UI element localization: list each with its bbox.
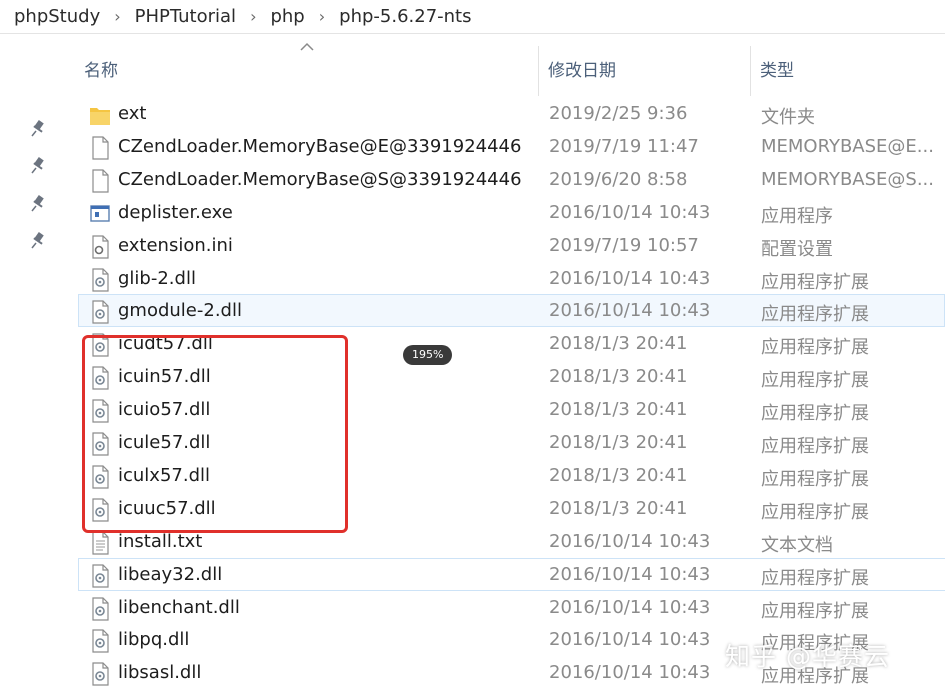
- file-modified-date: 2016/10/14 10:43: [549, 563, 711, 585]
- annotation-highlight-box: [82, 335, 348, 533]
- file-row[interactable]: extension.ini 2019/7/19 10:57 配置设置: [78, 229, 945, 262]
- exe-icon: [89, 202, 111, 226]
- file-name[interactable]: libpq.dll: [118, 629, 189, 650]
- file-type: 文本文档: [761, 534, 833, 556]
- file-name[interactable]: install.txt: [118, 531, 202, 552]
- file-name[interactable]: gmodule-2.dll: [118, 300, 242, 321]
- file-name[interactable]: CZendLoader.MemoryBase@E@3391924446: [118, 136, 521, 157]
- file-name[interactable]: deplister.exe: [118, 202, 233, 223]
- file-modified-date: 2016/10/14 10:43: [549, 300, 711, 322]
- file-row[interactable]: CZendLoader.MemoryBase@E@3391924446 2019/…: [78, 130, 945, 163]
- file-modified-date: 2019/7/19 10:57: [549, 234, 699, 256]
- column-divider[interactable]: [538, 46, 539, 96]
- file-row[interactable]: libeay32.dll 2016/10/14 10:43 应用程序扩展: [78, 557, 945, 591]
- column-header-name[interactable]: 名称: [84, 56, 118, 81]
- file-type: 应用程序扩展: [761, 337, 869, 359]
- dll-icon: [89, 267, 111, 292]
- file-modified-date: 2018/1/3 20:41: [549, 432, 688, 453]
- file-modified-date: 2019/6/20 8:58: [549, 168, 688, 190]
- chevron-right-icon[interactable]: ›: [250, 7, 256, 26]
- file-row[interactable]: glib-2.dll 2016/10/14 10:43 应用程序扩展: [78, 262, 945, 295]
- file-icon: [89, 136, 111, 160]
- file-type: 文件夹: [761, 107, 815, 128]
- file-name[interactable]: ext: [118, 103, 146, 124]
- breadcrumb-item[interactable]: phpStudy: [14, 6, 100, 27]
- dll-icon: [89, 596, 111, 621]
- file-modified-date: 2019/2/25 9:36: [549, 103, 688, 124]
- dll-icon: [89, 662, 111, 686]
- file-type: 应用程序: [761, 205, 833, 227]
- dll-icon: [89, 563, 111, 588]
- file-modified-date: 2018/1/3 20:41: [549, 333, 688, 355]
- pin-icon[interactable]: [30, 232, 46, 250]
- file-modified-date: 2018/1/3 20:41: [549, 464, 688, 486]
- file-modified-date: 2018/1/3 20:41: [549, 366, 688, 388]
- breadcrumb: phpStudy › PHPTutorial › php › php-5.6.27-nts: [0, 0, 945, 34]
- dll-icon: [89, 300, 111, 324]
- file-modified-date: 2019/7/19 11:47: [549, 135, 699, 157]
- file-type: MEMORYBASE@S...: [761, 168, 935, 190]
- file-name[interactable]: glib-2.dll: [118, 268, 196, 289]
- file-row[interactable]: CZendLoader.MemoryBase@S@3391924446 2019/…: [78, 163, 945, 196]
- column-header-date[interactable]: 修改日期: [548, 56, 616, 81]
- folder-icon: [89, 103, 111, 127]
- chevron-right-icon[interactable]: ›: [319, 7, 325, 26]
- file-name[interactable]: extension.ini: [118, 235, 233, 256]
- file-type: 应用程序扩展: [761, 370, 869, 392]
- file-modified-date: 2016/10/14 10:43: [549, 201, 711, 223]
- file-modified-date: 2016/10/14 10:43: [549, 596, 711, 618]
- pin-icon[interactable]: [30, 157, 46, 175]
- column-divider[interactable]: [750, 46, 751, 96]
- zoom-badge: 195%: [403, 345, 453, 365]
- column-header-type[interactable]: 类型: [760, 56, 794, 81]
- file-modified-date: 2016/10/14 10:43: [549, 530, 711, 552]
- breadcrumb-item[interactable]: php-5.6.27-nts: [339, 6, 471, 27]
- file-row[interactable]: deplister.exe 2016/10/14 10:43 应用程序: [78, 196, 945, 229]
- dll-icon: [89, 629, 111, 653]
- file-row[interactable]: libenchant.dll 2016/10/14 10:43 应用程序扩展: [78, 591, 945, 624]
- breadcrumb-item[interactable]: PHPTutorial: [135, 6, 236, 27]
- txt-icon: [89, 531, 111, 555]
- file-modified-date: 2016/10/14 10:43: [549, 662, 711, 684]
- file-row[interactable]: gmodule-2.dll 2016/10/14 10:43 应用程序扩展: [78, 294, 945, 328]
- file-type: 应用程序扩展: [761, 271, 869, 293]
- pin-icon[interactable]: [30, 120, 46, 138]
- file-type: 应用程序扩展: [761, 567, 869, 589]
- pin-icon[interactable]: [30, 195, 46, 213]
- file-name[interactable]: libenchant.dll: [118, 597, 240, 618]
- file-name[interactable]: libsasl.dll: [118, 662, 201, 683]
- file-modified-date: 2018/1/3 20:41: [549, 497, 688, 519]
- breadcrumb-item[interactable]: php: [270, 6, 304, 27]
- file-type: 应用程序扩展: [761, 403, 869, 425]
- file-modified-date: 2016/10/14 10:43: [549, 629, 711, 651]
- file-type: MEMORYBASE@E...: [761, 135, 934, 157]
- file-type: 应用程序扩展: [761, 468, 869, 490]
- file-type: 应用程序扩展: [761, 501, 869, 523]
- file-type: 应用程序扩展: [761, 436, 869, 457]
- file-modified-date: 2016/10/14 10:43: [549, 267, 711, 289]
- file-type: 应用程序扩展: [761, 600, 869, 622]
- file-icon: [89, 169, 111, 193]
- ini-icon: [89, 234, 111, 259]
- watermark: 知乎 @华赛云: [725, 642, 890, 671]
- file-modified-date: 2018/1/3 20:41: [549, 399, 688, 421]
- column-header-row: 名称 修改日期 类型: [0, 34, 945, 96]
- file-row[interactable]: ext 2019/2/25 9:36 文件夹: [78, 97, 945, 130]
- sort-ascending-icon[interactable]: [300, 42, 314, 52]
- file-type: 配置设置: [761, 238, 833, 260]
- file-name[interactable]: libeay32.dll: [118, 564, 222, 585]
- chevron-right-icon[interactable]: ›: [114, 7, 120, 26]
- file-type: 应用程序扩展: [761, 304, 869, 326]
- file-name[interactable]: CZendLoader.MemoryBase@S@3391924446: [118, 169, 522, 190]
